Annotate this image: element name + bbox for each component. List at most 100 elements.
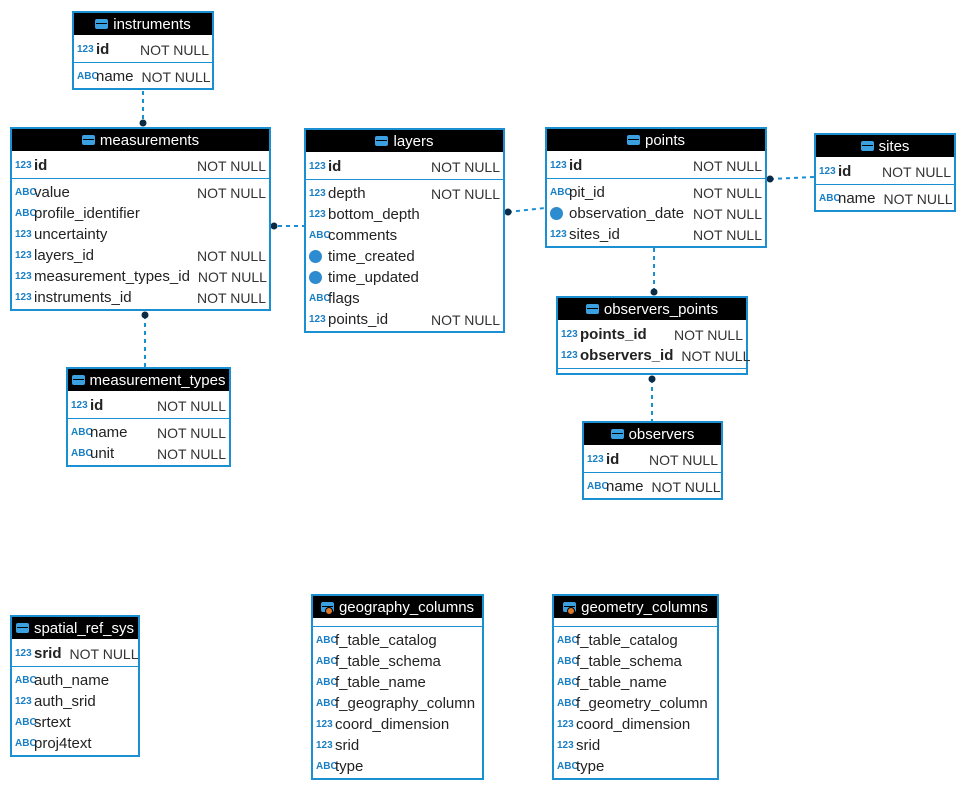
column-row[interactable]: 123 instruments_id NOT NULL (12, 287, 269, 308)
table-geometry-columns[interactable]: geometry_columns ABC f_table_catalog ABC f_t… (552, 594, 719, 780)
column-nullable: NOT NULL (69, 645, 139, 662)
column-row[interactable]: 123 depth NOT NULL (306, 183, 503, 204)
column-row[interactable]: ABC proj4text (12, 733, 138, 754)
text-type-icon: ABC (309, 293, 331, 304)
column-row[interactable]: ABC name NOT NULL (816, 188, 954, 209)
table-header[interactable]: instruments (74, 13, 212, 35)
table-measurement-types[interactable]: measurement_types 123 id NOT NULL ABC name NOT… (66, 367, 231, 467)
column-row[interactable]: 123 measurement_types_id NOT NULL (12, 266, 269, 287)
column-row[interactable]: 123 srid NOT NULL (12, 643, 139, 664)
column-row[interactable]: 123 id NOT NULL (68, 395, 229, 416)
column-row[interactable]: ABC f_geography_column (313, 693, 482, 714)
column-row[interactable]: time_updated (306, 267, 503, 288)
numeric-type-icon: 123 (309, 161, 326, 172)
table-header[interactable]: spatial_ref_sys (12, 617, 138, 639)
column-row[interactable]: 123 sites_id NOT NULL (547, 224, 765, 245)
column-name: value (34, 184, 70, 201)
table-name: geometry_columns (581, 598, 708, 616)
clock-icon (309, 271, 322, 284)
column-row[interactable]: 123 srid (554, 735, 717, 756)
column-row[interactable]: ABC f_table_catalog (313, 630, 482, 651)
table-header[interactable]: geography_columns (313, 596, 482, 618)
key-columns (554, 620, 717, 627)
column-nullable: NOT NULL (157, 424, 226, 441)
column-name: uncertainty (34, 226, 108, 243)
table-name: observers_points (603, 300, 719, 318)
column-nullable: NOT NULL (197, 184, 266, 201)
column-row[interactable]: ABC f_table_catalog (554, 630, 717, 651)
column-row[interactable]: 123 id NOT NULL (12, 155, 269, 176)
column-row[interactable]: 123 id NOT NULL (584, 449, 721, 470)
column-row[interactable]: 123 uncertainty (12, 224, 269, 245)
column-row[interactable]: ABC value NOT NULL (12, 182, 269, 203)
columns: ABC f_table_catalog ABC f_table_schema ABC f_… (313, 627, 482, 778)
text-type-icon: ABC (557, 698, 579, 709)
column-name: f_table_name (576, 674, 667, 691)
column-row[interactable]: observation_date NOT NULL (547, 203, 765, 224)
table-header[interactable]: points (547, 129, 765, 151)
column-row[interactable]: ABC type (313, 756, 482, 777)
column-row[interactable]: ABC name NOT NULL (74, 66, 212, 87)
column-row[interactable]: ABC f_table_schema (554, 651, 717, 672)
table-measurements[interactable]: measurements 123 id NOT NULL ABC value NOT NUL… (10, 127, 271, 311)
table-sites[interactable]: sites 123 id NOT NULL ABC name NOT NULL (814, 133, 956, 212)
column-row[interactable]: 123 points_id NOT NULL (558, 324, 746, 345)
table-header[interactable]: observers (584, 423, 721, 445)
column-row[interactable]: ABC srtext (12, 712, 138, 733)
column-row[interactable]: 123 id NOT NULL (306, 156, 503, 177)
column-row[interactable]: 123 bottom_depth (306, 204, 503, 225)
table-spatial-ref-sys[interactable]: spatial_ref_sys 123 srid NOT NULL ABC auth_na… (10, 615, 140, 757)
column-row[interactable]: ABC name NOT NULL (584, 476, 721, 497)
table-observers-points[interactable]: observers_points 123 points_id NOT NULL 123 o… (556, 296, 750, 375)
text-type-icon: ABC (316, 698, 338, 709)
table-instruments[interactable]: instruments 123 id NOT NULL ABC name NOT NULL (72, 11, 214, 90)
column-row[interactable]: ABC unit NOT NULL (68, 443, 229, 464)
table-geography-columns[interactable]: geography_columns ABC f_table_catalog ABC f_… (311, 594, 484, 780)
relationship-line[interactable] (769, 176, 815, 180)
column-name: f_geometry_column (576, 695, 708, 712)
column-name: id (569, 157, 583, 174)
table-header[interactable]: layers (306, 130, 503, 152)
table-name: instruments (113, 15, 191, 33)
column-row[interactable]: 123 auth_srid (12, 691, 138, 712)
key-columns: 123 id NOT NULL (306, 154, 503, 180)
table-header[interactable]: measurement_types (68, 369, 229, 391)
column-name: depth (328, 185, 366, 202)
column-row[interactable]: 123 layers_id NOT NULL (12, 245, 269, 266)
table-observers[interactable]: observers 123 id NOT NULL ABC name NOT NULL (582, 421, 723, 500)
column-row[interactable]: 123 id NOT NULL (547, 155, 765, 176)
key-columns: 123 srid NOT NULL (12, 641, 139, 667)
column-row[interactable]: ABC f_table_name (313, 672, 482, 693)
column-row[interactable]: 123 coord_dimension (313, 714, 482, 735)
column-row[interactable]: ABC comments (306, 225, 503, 246)
column-nullable: NOT NULL (693, 226, 762, 243)
table-header[interactable]: observers_points (558, 298, 746, 320)
column-row[interactable]: ABC profile_identifier (12, 203, 269, 224)
column-row[interactable]: ABC type (554, 756, 717, 777)
column-row[interactable]: 123 coord_dimension (554, 714, 717, 735)
column-row[interactable]: ABC f_geometry_column (554, 693, 717, 714)
column-row[interactable]: 123 observers_id NOT NULL (558, 345, 750, 366)
column-row[interactable]: 123 id NOT NULL (74, 39, 212, 60)
column-name: name (96, 68, 134, 85)
column-name: srid (335, 737, 360, 754)
column-row[interactable]: ABC flags (306, 288, 503, 309)
column-row[interactable]: ABC pit_id NOT NULL (547, 182, 765, 203)
column-row[interactable]: 123 id NOT NULL (816, 161, 954, 182)
column-row[interactable]: ABC auth_name (12, 670, 138, 691)
table-name: measurements (99, 131, 200, 149)
column-row[interactable]: time_created (306, 246, 503, 267)
table-header[interactable]: geometry_columns (554, 596, 717, 618)
text-type-icon: ABC (557, 635, 579, 646)
table-header[interactable]: measurements (12, 129, 269, 151)
relationship-line[interactable] (507, 207, 546, 213)
column-row[interactable]: ABC name NOT NULL (68, 422, 229, 443)
table-points[interactable]: points 123 id NOT NULL ABC pit_id NOT NULL obse… (545, 127, 767, 248)
column-row[interactable]: ABC f_table_schema (313, 651, 482, 672)
column-name: proj4text (34, 735, 92, 752)
column-row[interactable]: ABC f_table_name (554, 672, 717, 693)
column-row[interactable]: 123 points_id NOT NULL (306, 309, 503, 330)
table-header[interactable]: sites (816, 135, 954, 157)
table-layers[interactable]: layers 123 id NOT NULL 123 depth NOT NULL 123 bo… (304, 128, 505, 333)
column-row[interactable]: 123 srid (313, 735, 482, 756)
